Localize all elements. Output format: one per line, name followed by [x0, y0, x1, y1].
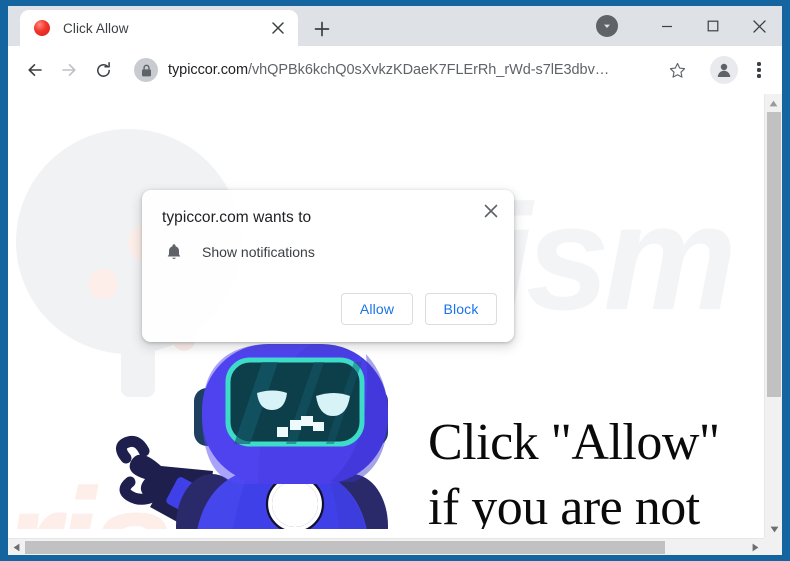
url-host: typiccor.com	[168, 62, 248, 78]
dialog-title: typiccor.com wants to	[162, 209, 312, 226]
page-headline: Click "Allow" if you are not a robot	[428, 414, 720, 529]
notification-permission-dialog: typiccor.com wants to Show notifications…	[142, 190, 514, 342]
padlock-icon	[141, 64, 151, 76]
scroll-down-button[interactable]	[765, 520, 783, 538]
three-dot-menu-button[interactable]	[744, 53, 774, 87]
tab-favicon-icon	[34, 20, 50, 36]
forward-arrow-icon	[62, 64, 76, 76]
block-button[interactable]: Block	[425, 293, 497, 325]
robot-illustration	[66, 336, 436, 529]
notification-bell-icon	[167, 244, 181, 259]
url-path: /vhQPBk6kchQ0sXvkzKDaeK7FLErRh_rWd-s7lE3…	[247, 62, 610, 78]
reload-button[interactable]	[86, 53, 120, 87]
scroll-right-button[interactable]	[747, 539, 764, 555]
plus-icon	[314, 21, 330, 37]
browser-frame-inner: Click Allow typiccor.com/vhQPBk6kchQ0sXv…	[8, 6, 782, 555]
tab-strip: Click Allow	[8, 6, 782, 46]
triangle-left-icon	[13, 543, 20, 551]
horizontal-scroll-thumb[interactable]	[25, 541, 665, 554]
new-tab-button[interactable]	[308, 15, 336, 43]
address-bar[interactable]: typiccor.com/vhQPBk6kchQ0sXvkzKDaeK7FLEr…	[130, 54, 696, 86]
triangle-right-icon	[752, 543, 759, 551]
star-icon	[669, 62, 685, 78]
back-arrow-icon	[28, 64, 42, 76]
url-text: typiccor.com/vhQPBk6kchQ0sXvkzKDaeK7FLEr…	[168, 62, 662, 78]
triangle-up-icon	[769, 100, 778, 106]
tab-title: Click Allow	[63, 20, 129, 36]
caret-down-circle-icon[interactable]	[596, 15, 618, 37]
permission-label: Show notifications	[202, 244, 315, 260]
close-window-button[interactable]	[736, 6, 782, 46]
scroll-left-button[interactable]	[8, 539, 25, 555]
minimize-icon	[662, 25, 672, 28]
scroll-up-button[interactable]	[765, 94, 782, 112]
triangle-down-icon	[770, 526, 778, 532]
back-button[interactable]	[18, 53, 52, 87]
maximize-icon	[707, 20, 719, 32]
profile-avatar[interactable]	[710, 56, 738, 84]
scrollbar-corner	[764, 538, 782, 555]
allow-button[interactable]: Allow	[341, 293, 413, 325]
browser-window: Click Allow typiccor.com/vhQPBk6kchQ0sXv…	[0, 0, 790, 561]
window-caption-buttons	[596, 6, 782, 46]
web-page-content: rism ris Click "Allow" if you are not a …	[8, 94, 764, 529]
forward-button[interactable]	[52, 53, 86, 87]
page-viewport: rism ris Click "Allow" if you are not a …	[8, 94, 782, 555]
menu-dot	[757, 68, 761, 72]
menu-dot	[757, 62, 761, 66]
maximize-button[interactable]	[690, 6, 736, 46]
reload-icon	[96, 61, 110, 77]
close-icon	[752, 19, 766, 33]
minimize-button[interactable]	[644, 6, 690, 46]
horizontal-scrollbar[interactable]	[8, 538, 782, 555]
person-avatar-icon	[717, 63, 731, 77]
watermark-blob	[88, 269, 118, 299]
lock-icon[interactable]	[134, 58, 158, 82]
robot-svg	[116, 344, 388, 529]
vertical-scrollbar[interactable]	[764, 94, 782, 538]
tab-close-icon[interactable]	[266, 16, 290, 40]
dialog-close-button[interactable]	[477, 197, 505, 225]
close-icon	[484, 204, 498, 218]
bookmark-star-icon[interactable]	[662, 55, 692, 85]
chevron-down-icon	[604, 24, 610, 28]
menu-dot	[757, 74, 761, 78]
browser-toolbar: typiccor.com/vhQPBk6kchQ0sXvkzKDaeK7FLEr…	[8, 46, 782, 94]
vertical-scroll-thumb[interactable]	[767, 112, 781, 397]
bell-icon	[162, 240, 186, 264]
close-icon	[272, 22, 284, 34]
dialog-actions: Allow Block	[341, 293, 497, 325]
browser-tab[interactable]: Click Allow	[20, 10, 298, 46]
permission-row: Show notifications	[162, 240, 315, 264]
